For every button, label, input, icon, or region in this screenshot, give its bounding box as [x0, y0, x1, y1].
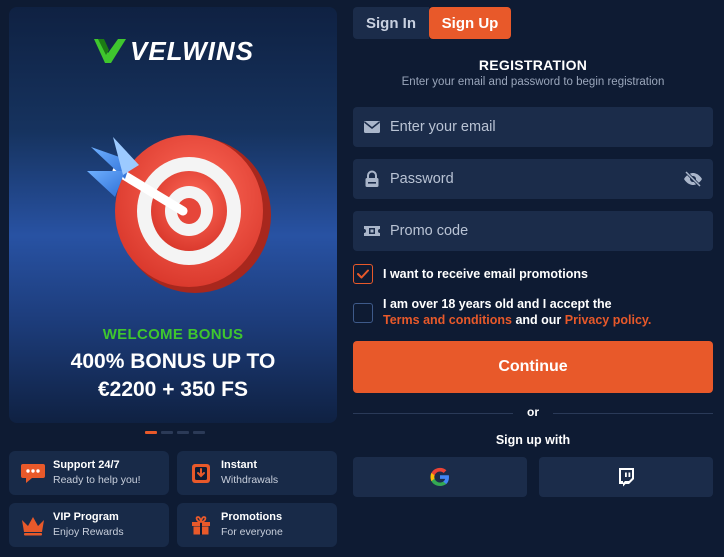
bonus-line-1: 400% BONUS UP TO: [70, 350, 276, 373]
welcome-bonus-label: WELCOME BONUS: [102, 326, 244, 343]
promo-code-input[interactable]: [390, 211, 713, 251]
divider-line: [553, 413, 713, 414]
carousel-dot[interactable]: [193, 431, 205, 434]
brand-logo: VELWINS: [9, 33, 337, 69]
email-input[interactable]: [390, 107, 713, 147]
feature-title: VIP Program: [53, 511, 119, 523]
carousel-indicators: [145, 431, 205, 434]
registration-title: REGISTRATION: [478, 57, 588, 73]
ticket-icon: [362, 221, 382, 241]
bonus-line-2: €2200 + 350 FS: [97, 378, 249, 401]
feature-title: Support 24/7: [53, 459, 120, 471]
gift-icon: [187, 511, 215, 539]
feature-title: Promotions: [221, 511, 283, 523]
carousel-dot[interactable]: [145, 431, 157, 434]
google-signup-button[interactable]: [353, 457, 527, 497]
continue-button[interactable]: Continue: [353, 341, 713, 393]
google-icon: [430, 467, 449, 486]
age-terms-text: I am over 18 years old and I accept the: [383, 297, 612, 311]
feature-subtitle: Ready to help you!: [53, 474, 141, 486]
feature-card-promotions[interactable]: Promotions For everyone: [177, 503, 337, 547]
email-promotions-checkbox[interactable]: [353, 264, 373, 284]
twitch-icon: [619, 468, 634, 487]
email-promotions-option: I want to receive email promotions: [353, 264, 588, 284]
brand-name: VELWINS: [129, 35, 254, 66]
age-terms-links-line: Terms and conditions and our Privacy pol…: [383, 312, 651, 328]
age-terms-option: I am over 18 years old and I accept the …: [353, 297, 651, 328]
crown-icon: [19, 511, 47, 539]
carousel-dot[interactable]: [177, 431, 189, 434]
carousel-dot[interactable]: [161, 431, 173, 434]
lock-icon: [362, 169, 382, 189]
or-divider: or: [353, 405, 713, 421]
age-terms-label: I am over 18 years old and I accept the …: [383, 296, 651, 328]
sign-up-with-label: Sign up with: [495, 433, 571, 447]
feature-card-withdrawals[interactable]: Instant Withdrawals: [177, 451, 337, 495]
tab-sign-in[interactable]: Sign In: [353, 7, 429, 39]
feature-card-vip[interactable]: VIP Program Enjoy Rewards: [9, 503, 169, 547]
checkmark-icon: [357, 269, 369, 279]
eye-slash-icon[interactable]: [681, 167, 705, 191]
auth-tabs: Sign In Sign Up: [353, 7, 511, 39]
promo-banner[interactable]: VELWINS WELCOME BONUS 400% BONUS UP TO €…: [9, 7, 337, 423]
feature-card-support[interactable]: Support 24/7 Ready to help you!: [9, 451, 169, 495]
feature-subtitle: For everyone: [221, 526, 283, 538]
or-text: or: [527, 405, 539, 419]
envelope-icon: [362, 117, 382, 137]
feature-title: Instant: [221, 459, 258, 471]
age-terms-checkbox[interactable]: [353, 303, 373, 323]
privacy-policy-link[interactable]: Privacy policy.: [565, 313, 652, 327]
feature-subtitle: Enjoy Rewards: [53, 526, 124, 538]
terms-link[interactable]: Terms and conditions: [383, 313, 512, 327]
feature-subtitle: Withdrawals: [221, 474, 279, 486]
chat-bubble-icon: [19, 459, 47, 487]
registration-subtitle: Enter your email and password to begin r…: [401, 76, 665, 88]
and-our-text: and our: [515, 313, 562, 327]
tab-sign-up[interactable]: Sign Up: [429, 7, 511, 39]
twitch-signup-button[interactable]: [539, 457, 713, 497]
brand-logo-mark: [93, 39, 126, 63]
password-field[interactable]: [353, 159, 713, 199]
email-field[interactable]: [353, 107, 713, 147]
withdraw-box-icon: [187, 459, 215, 487]
promo-code-field[interactable]: [353, 211, 713, 251]
email-promotions-label: I want to receive email promotions: [383, 267, 588, 281]
dart-target-illustration: [87, 135, 271, 293]
password-input[interactable]: [390, 159, 681, 199]
bonus-headline: 400% BONUS UP TO €2200 + 350 FS: [9, 348, 337, 404]
